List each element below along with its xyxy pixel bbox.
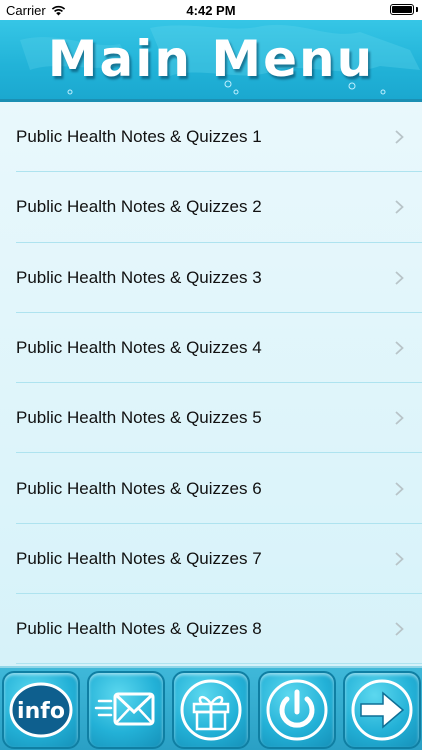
battery-icon	[390, 4, 414, 15]
menu-item-label: Public Health Notes & Quizzes 4	[16, 338, 262, 358]
menu-item-5[interactable]: Public Health Notes & Quizzes 5	[0, 383, 422, 454]
chevron-right-icon	[395, 481, 404, 496]
info-button[interactable]: info	[2, 671, 80, 749]
page-title: Main Menu	[47, 30, 375, 88]
info-label: info	[17, 699, 65, 724]
gift-icon	[180, 679, 242, 741]
chevron-right-icon	[395, 271, 404, 285]
status-time: 4:42 PM	[186, 3, 236, 18]
mail-icon	[94, 692, 155, 726]
info-icon: info	[9, 682, 73, 738]
menu-item-label: Public Health Notes & Quizzes 6	[16, 478, 262, 498]
power-button[interactable]	[258, 671, 336, 749]
menu-item-label: Public Health Notes & Quizzes 8	[16, 619, 262, 639]
menu-item-label: Public Health Notes & Quizzes 1	[16, 127, 262, 147]
status-bar: Carrier 4:42 PM	[0, 0, 422, 20]
chevron-right-icon	[395, 622, 404, 636]
chevron-right-icon	[395, 130, 404, 144]
menu-item-label: Public Health Notes & Quizzes 7	[16, 548, 262, 568]
menu-item-7[interactable]: Public Health Notes & Quizzes 7	[0, 524, 422, 595]
power-icon	[266, 679, 328, 741]
battery-tip	[416, 7, 418, 12]
menu-item-label: Public Health Notes & Quizzes 5	[16, 408, 262, 428]
menu-item-4[interactable]: Public Health Notes & Quizzes 4	[0, 313, 422, 384]
chevron-right-icon	[395, 411, 404, 425]
menu-item-2[interactable]: Public Health Notes & Quizzes 2	[0, 172, 422, 243]
mail-button[interactable]	[87, 671, 165, 749]
screen: Carrier 4:42 PM Main Menu Public Health …	[0, 0, 422, 750]
menu-item-6[interactable]: Public Health Notes & Quizzes 6	[0, 453, 422, 525]
bottom-toolbar: info	[0, 666, 422, 750]
chevron-right-icon	[395, 552, 404, 566]
menu-item-label: Public Health Notes & Quizzes 2	[16, 197, 262, 217]
menu-item-1[interactable]: Public Health Notes & Quizzes 1	[0, 102, 422, 173]
gift-button[interactable]	[172, 671, 250, 749]
menu-item-3[interactable]: Public Health Notes & Quizzes 3	[0, 243, 422, 314]
chevron-right-icon	[395, 200, 404, 215]
menu-item-8[interactable]: Public Health Notes & Quizzes 8	[0, 594, 422, 665]
header-banner: Main Menu	[0, 20, 422, 102]
menu-item-label: Public Health Notes & Quizzes 3	[16, 267, 262, 287]
chevron-right-icon	[395, 341, 404, 355]
next-button[interactable]	[343, 671, 421, 749]
menu-list: Public Health Notes & Quizzes 1 Public H…	[0, 102, 422, 666]
arrow-right-icon	[351, 679, 413, 741]
